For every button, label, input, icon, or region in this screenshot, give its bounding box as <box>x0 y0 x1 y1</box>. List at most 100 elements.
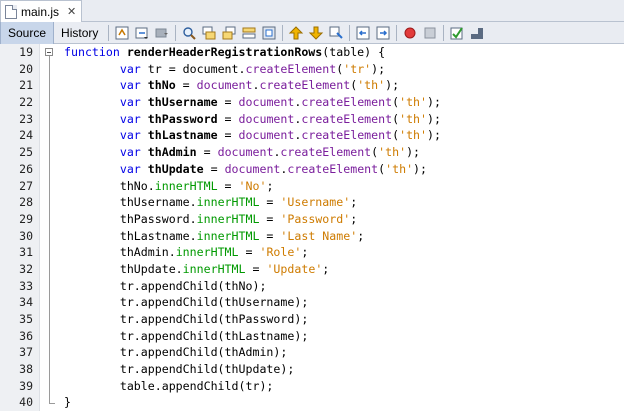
code-token: createElement <box>245 61 337 76</box>
code-editor[interactable]: 19 function renderHeaderRegistrationRows(… <box>0 44 624 411</box>
toggle-highlight-icon[interactable] <box>240 24 258 42</box>
line-number: 20 <box>19 61 33 76</box>
code-line: 40} <box>0 394 624 411</box>
line-number: 35 <box>19 312 33 326</box>
code-token: innerHTML <box>154 178 218 193</box>
code-token: ; <box>357 228 365 243</box>
check-file-icon[interactable] <box>448 24 466 42</box>
forward-icon[interactable] <box>153 24 171 42</box>
toggle-rectangular-selection-icon[interactable] <box>260 24 278 42</box>
previous-bookmark-icon[interactable] <box>287 24 305 42</box>
code-token: 'th' <box>399 111 428 126</box>
code-text: thAdmin.innerHTML = 'Role'; <box>64 244 309 261</box>
code-token: createElement <box>301 111 393 126</box>
code-token: var <box>119 95 148 110</box>
code-token: tr.appendChild(thNo); <box>64 278 267 293</box>
code-text: var thNo = document.createElement('th'); <box>64 77 399 94</box>
code-token: tr = document. <box>147 61 246 76</box>
code-token: = <box>245 261 267 276</box>
code-text: thNo.innerHTML = 'No'; <box>64 178 274 195</box>
line-number: 22 <box>19 95 33 110</box>
code-token: (table) { <box>322 45 386 59</box>
code-token: 'Username' <box>280 195 351 210</box>
toolbar-separator <box>282 24 284 41</box>
code-text: tr.appendChild(thUsername); <box>64 294 308 311</box>
code-lines: 19 function renderHeaderRegistrationRows(… <box>0 44 624 411</box>
code-line: 27 thNo.innerHTML = 'No'; <box>0 178 624 195</box>
stop-macro-recording-icon[interactable] <box>421 24 439 42</box>
code-token: var <box>119 161 148 176</box>
shift-line-left-icon[interactable] <box>354 24 372 42</box>
code-line: 36 tr.appendChild(thLastname); <box>0 328 624 345</box>
start-macro-recording-icon[interactable] <box>401 24 419 42</box>
back-icon[interactable] <box>133 24 151 42</box>
line-number: 29 <box>19 211 33 226</box>
code-text: function renderHeaderRegistrationRows(ta… <box>64 44 385 61</box>
find-icon[interactable] <box>180 24 198 42</box>
code-token: thUsername. <box>64 195 197 210</box>
code-token: ); <box>406 145 421 160</box>
code-token: ; <box>301 245 309 260</box>
code-token: function <box>64 45 127 59</box>
file-tab-label: main.js <box>21 4 60 19</box>
code-token: ; <box>350 195 358 210</box>
toolbar-separator <box>175 24 177 41</box>
code-token: 'th' <box>399 95 428 110</box>
toggle-bookmark-icon[interactable] <box>327 24 345 42</box>
toolbar-separator <box>396 24 398 41</box>
find-previous-icon[interactable] <box>200 24 218 42</box>
code-line: 38 tr.appendChild(thUpdate); <box>0 361 624 378</box>
find-next-icon[interactable] <box>220 24 238 42</box>
code-token: 'th' <box>399 128 428 143</box>
source-view-button[interactable]: Source <box>0 21 55 44</box>
code-text: table.appendChild(tr); <box>64 378 274 395</box>
code-line: 39 table.appendChild(tr); <box>0 378 624 395</box>
code-token: document <box>238 95 295 110</box>
code-token: tr.appendChild(thUpdate); <box>64 362 295 377</box>
code-token: createElement <box>301 95 393 110</box>
line-number: 28 <box>19 195 33 210</box>
code-token: ); <box>385 78 400 93</box>
diff-icon[interactable] <box>468 24 486 42</box>
last-edit-icon[interactable] <box>113 24 131 42</box>
code-token: ); <box>427 128 441 143</box>
code-token: = <box>259 211 281 226</box>
code-text: var thLastname = document.createElement(… <box>64 127 441 144</box>
toolbar-separator <box>108 24 110 41</box>
code-text: thLastname.innerHTML = 'Last Name'; <box>64 228 364 245</box>
code-line: 21 var thNo = document.createElement('th… <box>0 77 624 94</box>
code-token: tr.appendChild(thUsername); <box>64 295 309 310</box>
file-tab-main-js[interactable]: main.js ✕ <box>0 0 82 22</box>
code-token: createElement <box>287 161 379 176</box>
code-text: var thAdmin = document.createElement('th… <box>64 144 420 161</box>
shift-line-right-icon[interactable] <box>374 24 392 42</box>
code-token: ; <box>322 261 330 276</box>
code-token: 'th' <box>378 145 407 160</box>
code-token: = <box>217 111 239 126</box>
editor-toolbar: Source History <box>0 21 624 44</box>
line-number: 39 <box>19 378 33 393</box>
close-tab-icon[interactable]: ✕ <box>67 5 76 18</box>
code-token: innerHTML <box>175 245 239 260</box>
toolbar-separator <box>443 24 445 41</box>
code-token: thAdmin. <box>64 245 176 260</box>
code-token: = <box>259 195 281 210</box>
code-line: 25 var thAdmin = document.createElement(… <box>0 144 624 161</box>
code-token: ); <box>371 61 386 76</box>
code-token: createElement <box>301 128 393 143</box>
code-token: document <box>217 145 274 160</box>
javascript-file-icon <box>5 4 17 19</box>
line-number: 26 <box>19 161 33 176</box>
code-token: = <box>259 228 281 243</box>
next-bookmark-icon[interactable] <box>307 24 325 42</box>
code-token: document <box>224 161 281 176</box>
code-text: tr.appendChild(thUpdate); <box>64 361 295 378</box>
line-number: 37 <box>19 345 33 360</box>
code-token: thNo <box>147 78 176 93</box>
code-line: 19 function renderHeaderRegistrationRows(… <box>0 44 624 61</box>
history-view-button[interactable]: History <box>54 22 105 44</box>
